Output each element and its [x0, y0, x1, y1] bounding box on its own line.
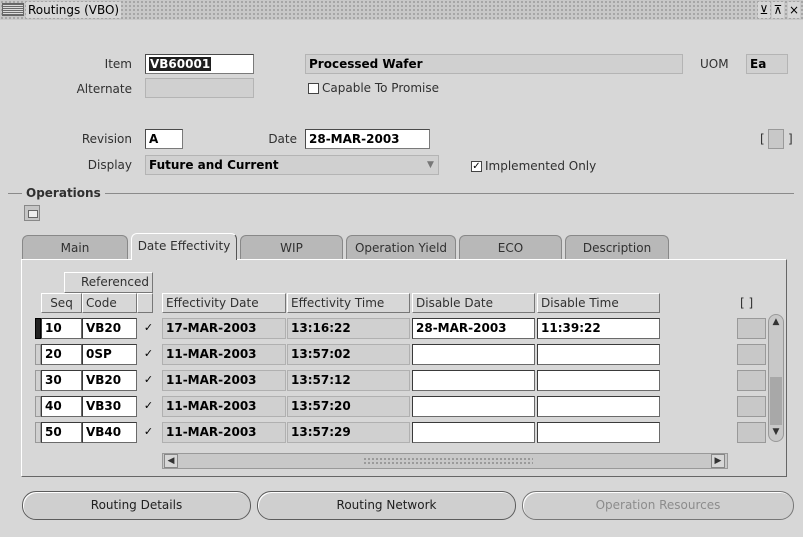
- capable-to-promise-checkbox[interactable]: [308, 83, 319, 94]
- effectivity-time-cell[interactable]: 13:57:29: [287, 422, 410, 443]
- routing-network-button[interactable]: Routing Network: [257, 491, 516, 520]
- referenced-checkbox[interactable]: ✓: [143, 322, 154, 333]
- code-column-header: Code: [82, 293, 137, 313]
- disable-time-cell[interactable]: [537, 422, 660, 443]
- implemented-only-checkbox[interactable]: ✓: [471, 161, 482, 172]
- display-label: Display: [87, 158, 132, 172]
- display-select[interactable]: Future and Current: [145, 155, 439, 175]
- scroll-up-icon[interactable]: ▲: [769, 316, 783, 330]
- seq-cell[interactable]: 20: [41, 344, 82, 365]
- effectivity-date-cell[interactable]: 11-MAR-2003: [162, 396, 286, 417]
- item-field[interactable]: VB60001: [145, 54, 254, 74]
- effectivity-time-cell[interactable]: 13:16:22: [287, 318, 410, 339]
- flex-bracket-open: [: [760, 132, 765, 146]
- revision-label: Revision: [81, 132, 132, 146]
- scroll-left-icon[interactable]: ◀: [164, 454, 178, 468]
- seq-cell[interactable]: 50: [41, 422, 82, 443]
- effectivity-time-cell[interactable]: 13:57:12: [287, 370, 410, 391]
- effectivity-date-column-header: Effectivity Date: [162, 293, 286, 313]
- item-label: Item: [104, 57, 132, 71]
- chevron-down-icon[interactable]: ▼: [427, 160, 434, 170]
- item-value: VB60001: [149, 57, 212, 71]
- minimize-icon[interactable]: ⊻: [758, 2, 770, 18]
- row-flexfield[interactable]: [737, 422, 766, 443]
- tab-wip[interactable]: WIP: [240, 235, 343, 259]
- tab-eco[interactable]: ECO: [459, 235, 562, 259]
- date-field[interactable]: 28-MAR-2003: [305, 129, 430, 149]
- uom-label: UOM: [700, 57, 729, 71]
- scroll-track: [363, 457, 533, 466]
- scroll-thumb[interactable]: [770, 377, 782, 425]
- revision-field[interactable]: A: [145, 129, 183, 149]
- seq-column-header: Seq: [41, 293, 82, 313]
- routings-window: Routings (VBO) ⊻ ⊼ × Item VB60001 Proces…: [0, 0, 803, 537]
- alternate-field[interactable]: [145, 78, 254, 98]
- disable-date-column-header: Disable Date: [412, 293, 535, 313]
- row-flexfield[interactable]: [737, 396, 766, 417]
- disable-time-cell[interactable]: [537, 344, 660, 365]
- flex-bracket-close: ]: [788, 132, 793, 146]
- seq-cell[interactable]: 30: [41, 370, 82, 391]
- maximize-icon[interactable]: ⊼: [772, 2, 784, 18]
- effectivity-date-cell[interactable]: 11-MAR-2003: [162, 422, 286, 443]
- flex-column-header: [ ]: [740, 296, 754, 310]
- disable-date-cell[interactable]: [412, 370, 535, 391]
- code-cell[interactable]: VB30: [82, 396, 137, 417]
- window-title: Routings (VBO): [26, 2, 122, 18]
- effectivity-date-cell[interactable]: 11-MAR-2003: [162, 370, 286, 391]
- code-cell[interactable]: VB20: [82, 370, 137, 391]
- alternate-label: Alternate: [76, 82, 132, 96]
- implemented-only-label: Implemented Only: [485, 159, 597, 173]
- disable-time-cell[interactable]: [537, 370, 660, 391]
- row-flexfield[interactable]: [737, 318, 766, 339]
- section-divider: [8, 193, 794, 194]
- seq-cell[interactable]: 10: [41, 318, 82, 339]
- referenced-group-header: Referenced: [64, 272, 153, 293]
- capable-to-promise-label: Capable To Promise: [322, 81, 439, 95]
- disable-time-column-header: Disable Time: [537, 293, 660, 313]
- title-bar[interactable]: Routings (VBO) ⊻ ⊼ ×: [0, 0, 803, 20]
- close-icon[interactable]: ×: [788, 2, 800, 18]
- effectivity-date-cell[interactable]: 11-MAR-2003: [162, 344, 286, 365]
- oracle-app-icon: [2, 3, 24, 16]
- disable-date-cell[interactable]: [412, 396, 535, 417]
- tab-description[interactable]: Description: [565, 235, 669, 259]
- code-cell[interactable]: 0SP: [82, 344, 137, 365]
- disable-time-cell[interactable]: [537, 396, 660, 417]
- referenced-checkbox[interactable]: ✓: [143, 374, 154, 385]
- tab-operation-yield[interactable]: Operation Yield: [346, 235, 456, 259]
- scroll-down-icon[interactable]: ▼: [769, 426, 783, 440]
- tab-date-effectivity[interactable]: Date Effectivity: [131, 233, 237, 260]
- effectivity-date-cell[interactable]: 17-MAR-2003: [162, 318, 286, 339]
- disable-date-cell[interactable]: [412, 422, 535, 443]
- vertical-scrollbar[interactable]: [768, 314, 784, 442]
- row-flexfield[interactable]: [737, 344, 766, 365]
- referenced-checkbox[interactable]: ✓: [143, 400, 154, 411]
- disable-date-cell[interactable]: 28-MAR-2003: [412, 318, 535, 339]
- disable-time-cell[interactable]: 11:39:22: [537, 318, 660, 339]
- code-cell[interactable]: VB20: [82, 318, 137, 339]
- scroll-right-icon[interactable]: ▶: [711, 454, 725, 468]
- operation-resources-button: Operation Resources: [522, 491, 794, 520]
- effectivity-time-column-header: Effectivity Time: [287, 293, 410, 313]
- disable-date-cell[interactable]: [412, 344, 535, 365]
- date-label: Date: [268, 132, 297, 146]
- referenced-checkbox[interactable]: ✓: [143, 348, 154, 359]
- referenced-checkbox[interactable]: ✓: [143, 426, 154, 437]
- uom-field: Ea: [746, 54, 788, 74]
- display-value: Future and Current: [149, 158, 279, 172]
- routing-details-button[interactable]: Routing Details: [22, 491, 251, 520]
- row-flexfield[interactable]: [737, 370, 766, 391]
- tab-main[interactable]: Main: [22, 235, 128, 259]
- horizontal-scrollbar[interactable]: [162, 453, 728, 469]
- folder-icon[interactable]: [24, 205, 40, 221]
- item-description-field: Processed Wafer: [305, 54, 683, 74]
- operations-section-title: Operations: [22, 186, 105, 200]
- descriptive-flexfield[interactable]: [768, 129, 784, 149]
- seq-cell[interactable]: 40: [41, 396, 82, 417]
- effectivity-time-cell[interactable]: 13:57:02: [287, 344, 410, 365]
- effectivity-time-cell[interactable]: 13:57:20: [287, 396, 410, 417]
- code-cell[interactable]: VB40: [82, 422, 137, 443]
- referenced-column-header: [137, 293, 153, 313]
